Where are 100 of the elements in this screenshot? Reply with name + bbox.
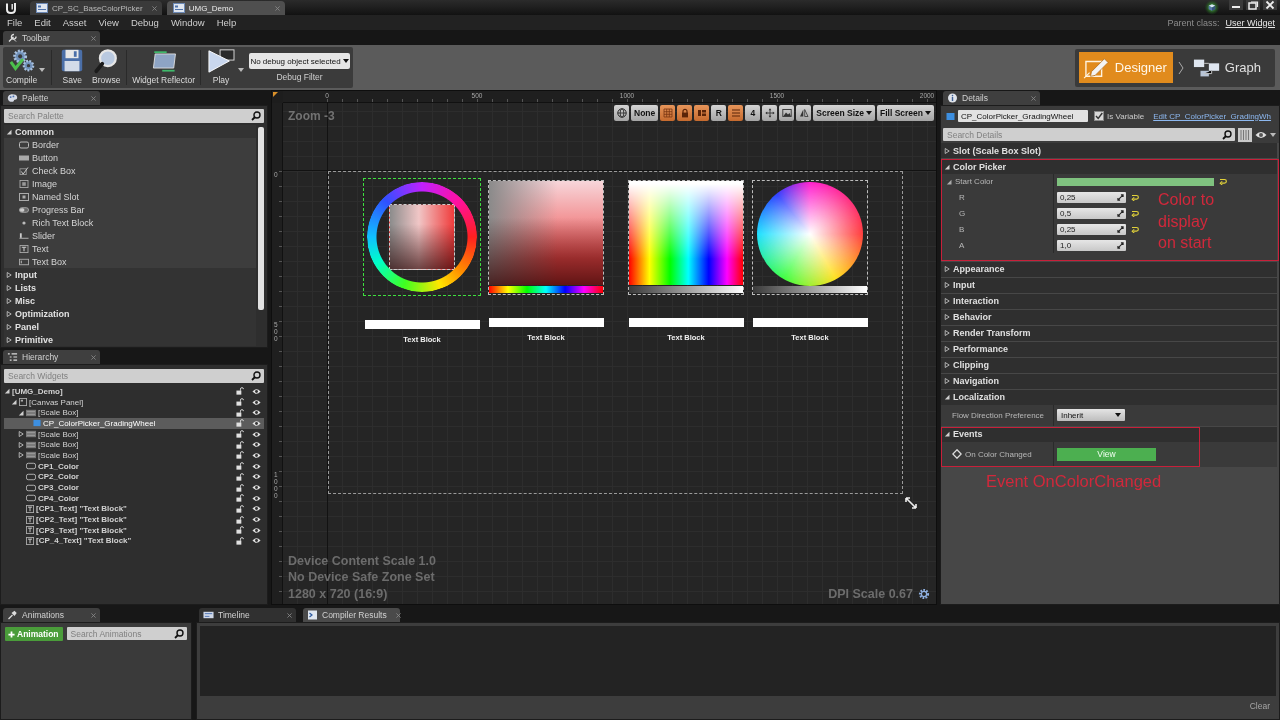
tree-row[interactable]: [Canvas Panel] [4, 396, 264, 408]
number-field[interactable]: 0,5 [1057, 207, 1126, 219]
dock-tab[interactable]: Toolbar [3, 31, 100, 45]
disclosure-triangle-icon[interactable] [6, 128, 12, 135]
disclosure-triangle-icon[interactable] [4, 388, 10, 395]
minimize-icon[interactable] [1229, 0, 1243, 10]
menu-item[interactable]: File [1, 17, 29, 28]
tree-row[interactable]: [Scale Box] [4, 439, 264, 451]
unlocked-padlock-icon[interactable] [236, 440, 244, 449]
layout-button[interactable] [694, 105, 710, 121]
palette-item[interactable]: Button [4, 151, 256, 164]
unlocked-padlock-icon[interactable] [236, 408, 244, 417]
mode-button[interactable]: Graph [1188, 52, 1267, 83]
widget-category[interactable]: Panel [4, 320, 256, 333]
disclosure-triangle-icon[interactable] [18, 441, 24, 448]
palette-item[interactable]: Progress Bar [4, 203, 256, 216]
reset-arrow-icon[interactable] [1131, 209, 1139, 217]
menu-item[interactable]: View [92, 17, 125, 28]
disclosure-triangle-icon[interactable] [944, 394, 950, 400]
color-wheel-drawing[interactable] [752, 180, 868, 295]
unlocked-padlock-icon[interactable] [236, 419, 244, 428]
tree-row[interactable]: CP4_Color [4, 492, 264, 504]
close-icon[interactable] [1263, 0, 1277, 10]
list-button[interactable] [728, 105, 744, 121]
dock-tab[interactable]: Details [943, 91, 1040, 105]
unlocked-padlock-icon[interactable] [236, 387, 244, 396]
section-header[interactable]: Input [941, 277, 1277, 293]
disclosure-triangle-icon[interactable] [6, 284, 12, 291]
disclosure-triangle-icon[interactable] [6, 336, 12, 343]
toolbar-button[interactable]: R [711, 105, 727, 121]
unlocked-padlock-icon[interactable] [236, 494, 244, 503]
columns-icon[interactable] [1238, 127, 1252, 142]
parent-class-link[interactable]: User Widget [1225, 17, 1275, 28]
section-header[interactable]: Events [941, 426, 1277, 442]
color-swatch[interactable] [1057, 177, 1214, 186]
menu-item[interactable]: Edit [28, 17, 57, 28]
section-header[interactable]: Render Transform [941, 325, 1277, 341]
tree-row[interactable]: [UMG_Demo] [4, 386, 264, 397]
widget-category[interactable]: Misc [4, 294, 256, 307]
browse-button[interactable]: Browse [89, 47, 124, 88]
unlocked-padlock-icon[interactable] [236, 462, 244, 471]
name-field[interactable]: CP_ColorPicker_GradingWheel [958, 110, 1088, 122]
section-header[interactable]: Navigation [941, 373, 1277, 389]
mirror-button[interactable] [796, 105, 812, 121]
eye-icon[interactable] [252, 484, 261, 492]
document-tab[interactable]: UMG_Demo [166, 1, 285, 15]
eye-icon[interactable] [252, 516, 261, 524]
unlocked-padlock-icon[interactable] [236, 515, 244, 524]
tree-row[interactable]: [Scale Box] [4, 428, 264, 440]
eye-icon[interactable] [252, 462, 261, 470]
disclosure-triangle-icon[interactable] [6, 297, 12, 304]
edit-link[interactable]: Edit CP_ColorPicker_GradingWh [1153, 111, 1272, 121]
unlocked-padlock-icon[interactable] [236, 430, 244, 439]
disclosure-triangle-icon[interactable] [944, 362, 950, 368]
tree-row[interactable]: [CP_4_Text] "Text Block" [4, 535, 264, 547]
unlocked-padlock-icon[interactable] [236, 526, 244, 535]
checkbox[interactable] [1094, 111, 1104, 121]
tree-row[interactable]: CP3_Color [4, 482, 264, 493]
play-button[interactable]: Play [204, 47, 239, 88]
tree-row[interactable]: CP1_Color [4, 460, 264, 472]
section-header[interactable]: Appearance [941, 261, 1277, 277]
widget-category[interactable]: Common [4, 125, 256, 138]
menu-item[interactable]: Help [210, 17, 243, 28]
compile-button[interactable]: Compile [4, 47, 40, 88]
eye-icon[interactable] [252, 430, 261, 438]
section-header[interactable]: Slot (Scale Box Slot) [941, 143, 1277, 158]
disclosure-triangle-icon[interactable] [946, 178, 952, 185]
section-header[interactable]: Localization [941, 389, 1277, 405]
eye-icon[interactable] [252, 451, 261, 459]
number-field[interactable]: 0,25 [1057, 223, 1126, 235]
scrollbar[interactable] [258, 127, 264, 310]
tree-row[interactable]: [Scale Box] [4, 407, 264, 419]
menu-item[interactable]: Asset [56, 17, 93, 28]
dock-tab[interactable]: Hierarchy [3, 350, 100, 364]
number-field[interactable]: 1,0 [1057, 239, 1126, 251]
tree-row[interactable]: [CP3_Text] "Text Block" [4, 524, 264, 536]
eye-icon[interactable] [1255, 130, 1267, 139]
move-button[interactable] [762, 105, 778, 121]
color-square-drawing[interactable] [488, 180, 604, 295]
palette-item[interactable]: Rich Text Block [4, 216, 256, 229]
save-button[interactable]: Save [55, 47, 90, 88]
disclosure-triangle-icon[interactable] [944, 346, 950, 352]
tree-row[interactable]: [CP2_Text] "Text Block" [4, 514, 264, 525]
disclosure-triangle-icon[interactable] [18, 452, 24, 459]
widget-category[interactable]: Primitive [4, 333, 256, 346]
eye-icon[interactable] [252, 441, 261, 449]
unlocked-padlock-icon[interactable] [236, 398, 244, 407]
disclosure-triangle-icon[interactable] [944, 266, 950, 272]
dropdown[interactable]: Screen Size [813, 105, 875, 121]
palette-item[interactable]: Named Slot [4, 190, 256, 203]
eye-icon[interactable] [252, 526, 261, 534]
palette-item[interactable]: Image [4, 177, 256, 190]
number-field[interactable]: 0,25 [1057, 191, 1126, 203]
menu-item[interactable]: Window [164, 17, 211, 28]
palette-item[interactable]: Slider [4, 229, 256, 242]
tree-row[interactable]: CP2_Color [4, 471, 264, 483]
resize-arrow-icon[interactable] [905, 497, 917, 509]
disclosure-triangle-icon[interactable] [6, 271, 12, 278]
unlocked-padlock-icon[interactable] [236, 483, 244, 492]
widget-category[interactable]: Lists [4, 281, 256, 294]
